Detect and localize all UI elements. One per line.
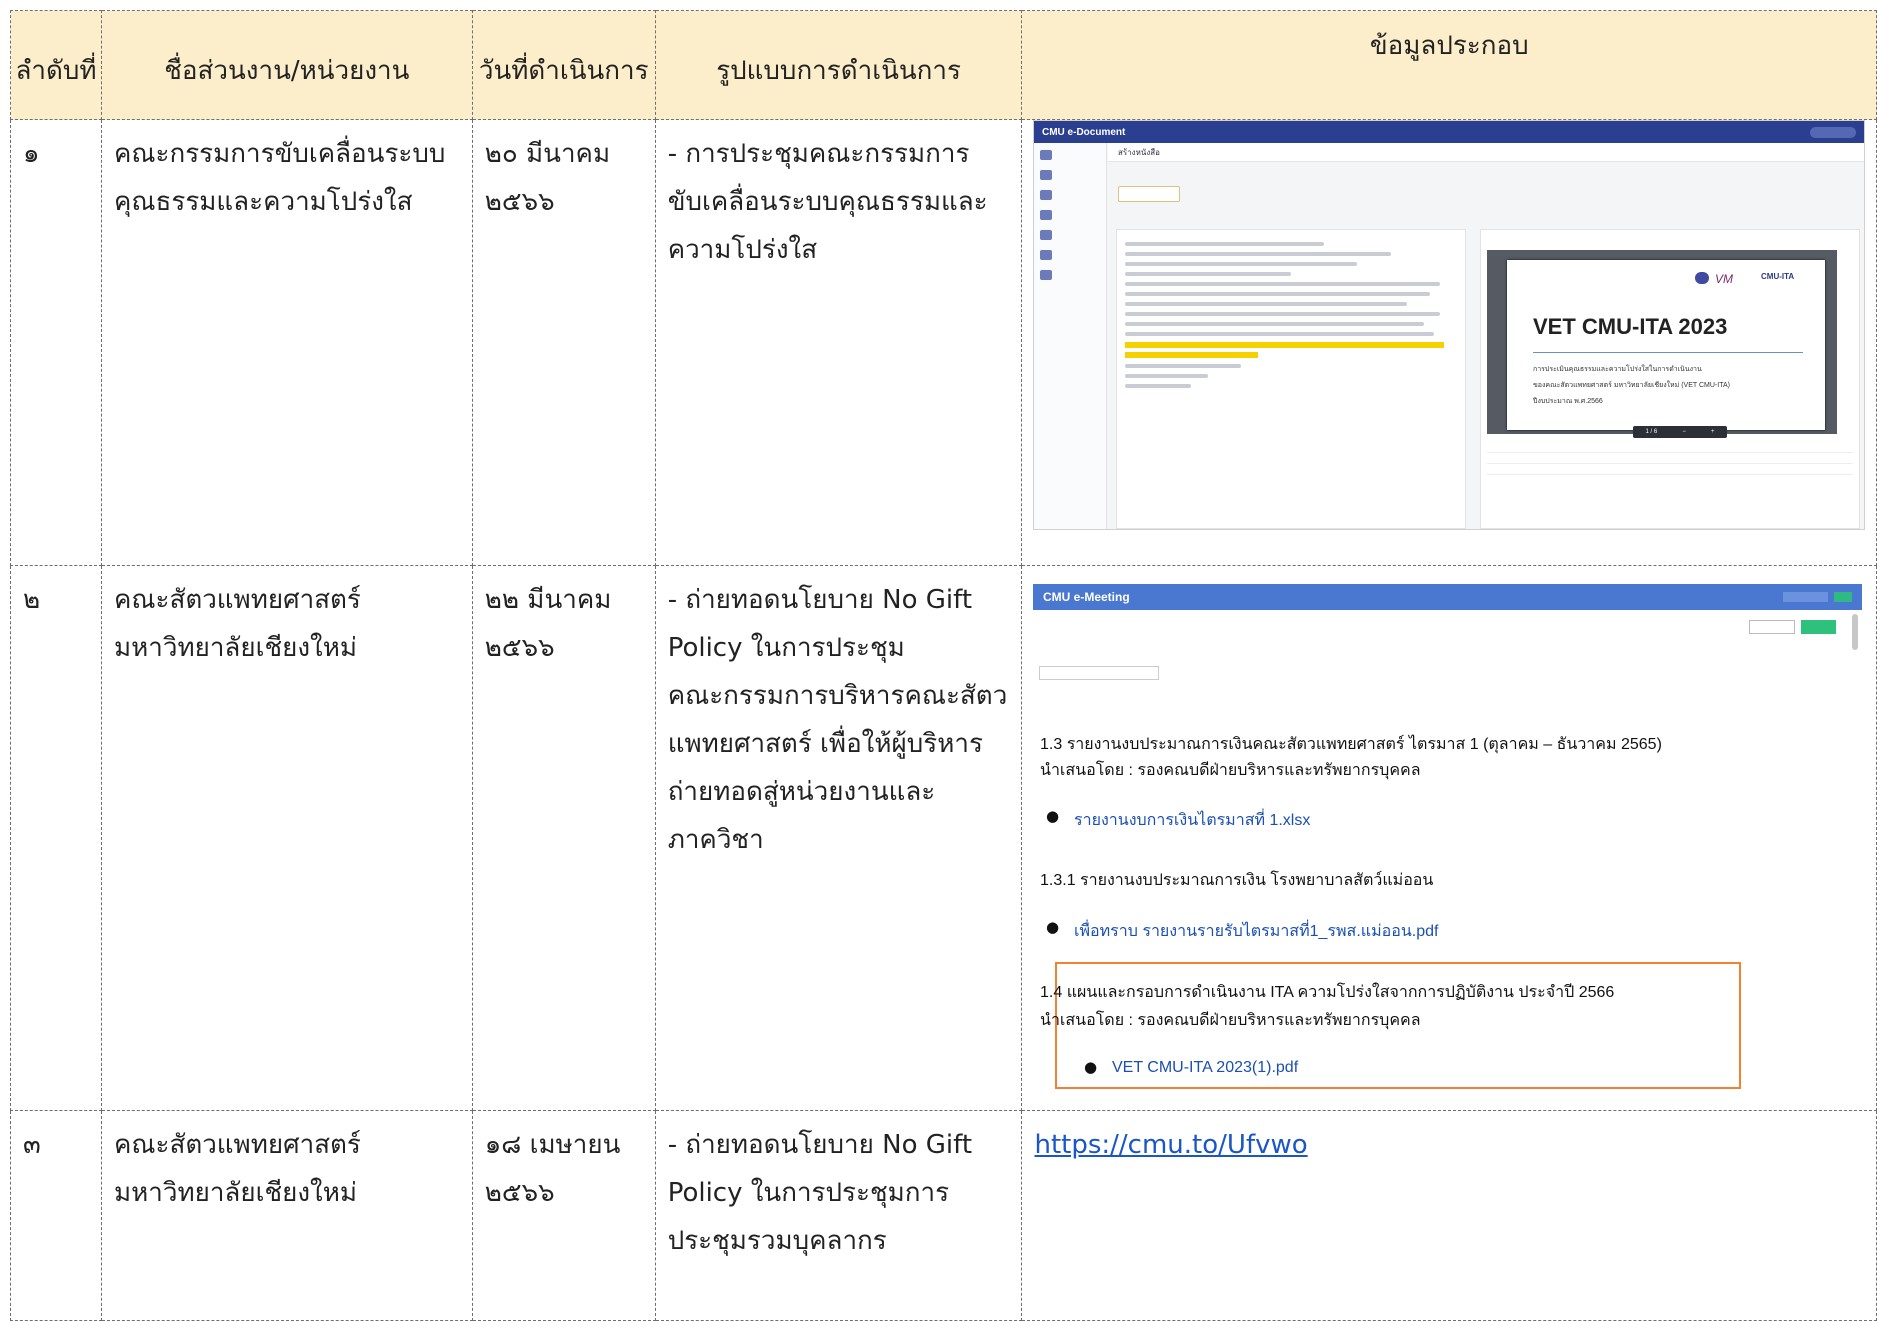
sidebar-item	[1040, 207, 1100, 223]
emeeting-logo: CMU e-Meeting	[1043, 590, 1130, 604]
edoc-screenshot: CMU e-Document สร้างหนังสือ VM CMU-ITA V…	[1033, 120, 1865, 530]
row-unit: คณะสัตวแพทยศาสตร์ มหาวิทยาลัยเชียงใหม่	[113, 585, 361, 663]
mail-icon	[1040, 250, 1052, 260]
row-unit: คณะกรรมการขับเคลื่อนระบบ คุณธรรมและความโป…	[113, 139, 446, 217]
row-date: ๑๘ เมษายน ๒๕๖๖	[484, 1130, 621, 1208]
row-format: - ถ่ายทอดนโยบาย No Gift Policy ในการประชุ…	[667, 1130, 973, 1256]
bullet-icon: ●	[1084, 1058, 1098, 1076]
evidence-link[interactable]: https://cmu.to/Ufvwo	[1034, 1130, 1307, 1160]
agenda-item-1-4-presenter: นำเสนอโดย : รองคณบดีฝ่ายบริหารและทรัพยาก…	[1040, 1012, 1421, 1029]
edoc-body	[1116, 229, 1466, 529]
header-date: วันที่ดำเนินการ	[471, 10, 656, 120]
user-badge	[1809, 126, 1856, 138]
header-unit: ชื่อส่วนงาน/หน่วยงาน	[100, 10, 473, 120]
edoc-topbar: CMU e-Document	[1034, 121, 1864, 143]
pdf-viewer: VM CMU-ITA VET CMU-ITA 2023 การประเมินคุ…	[1487, 250, 1837, 438]
sidebar-item	[1040, 227, 1100, 243]
report-icon	[1040, 270, 1052, 280]
edoc-main: สร้างหนังสือ VM CMU-ITA VET CMU-ITA 2023	[1108, 143, 1864, 529]
agenda-select	[1039, 666, 1159, 680]
sidebar-item	[1040, 247, 1100, 263]
agenda-item-1-3-presenter: นำเสนอโดย : รองคณบดีฝ่ายบริหารและทรัพยาก…	[1040, 762, 1421, 779]
row-no: ๑	[23, 139, 40, 169]
meeting-actions	[1749, 620, 1836, 634]
edoc-sidebar	[1034, 143, 1107, 529]
bullet-icon: ●	[1046, 807, 1060, 825]
agenda-item-1-4: 1.4 แผนและกรอบการดำเนินงาน ITA ความโปร่ง…	[1040, 984, 1615, 1001]
row-date: ๒๒ มีนาคม ๒๕๖๖	[484, 585, 612, 663]
table-row: ๓ คณะสัตวแพทยศาสตร์ มหาวิทยาลัยเชียงใหม่ …	[10, 1110, 1877, 1321]
row-no: ๓	[23, 1130, 41, 1160]
document-icon	[1040, 190, 1052, 200]
pdf-page: VM CMU-ITA VET CMU-ITA 2023 การประเมินคุ…	[1507, 260, 1825, 430]
highlighted-text	[1125, 342, 1444, 348]
agenda-item-1-3: 1.3 รายงานงบประมาณการเงินคณะสัตวแพทยศาสต…	[1040, 736, 1662, 753]
sidebar-item	[1040, 147, 1100, 163]
inbox-icon	[1040, 150, 1052, 160]
zoom-controls: 1 / 6− +	[1633, 426, 1727, 438]
row-format: - การประชุมคณะกรรมการ ขับเคลื่อนระบบคุณธร…	[667, 139, 988, 265]
folder-icon	[1040, 210, 1052, 220]
meeting-title	[1039, 618, 1862, 627]
header-row: ลำดับที่ ชื่อส่วนงาน/หน่วยงาน วันที่ดำเน…	[10, 10, 1877, 120]
row-unit: คณะสัตวแพทยศาสตร์ มหาวิทยาลัยเชียงใหม่	[113, 1130, 361, 1208]
scrollbar	[1852, 614, 1858, 650]
sidebar-item	[1040, 167, 1100, 183]
bullet-icon: ●	[1046, 918, 1060, 936]
pdf-title: VET CMU-ITA 2023	[1533, 314, 1728, 339]
header-evidence: ข้อมูลประกอบ	[1021, 10, 1877, 120]
row-format: - ถ่ายทอดนโยบาย No Gift Policy ในการประชุ…	[667, 585, 1008, 855]
search-icon	[1040, 230, 1052, 240]
row-no: ๒	[23, 585, 41, 615]
sidebar-item	[1040, 267, 1100, 283]
header-format: รูปแบบการดำเนินการ	[654, 10, 1023, 120]
ita-logos: VM CMU-ITA	[1695, 272, 1811, 286]
create-doc-button: สร้างหนังสือ	[1118, 147, 1160, 157]
edoc-action-button	[1118, 186, 1180, 202]
file-link-budget[interactable]: รายงานงบการเงินไตรมาสที่ 1.xlsx	[1074, 808, 1310, 833]
edoc-breadcrumb	[1108, 162, 1864, 184]
emeeting-screenshot: CMU e-Meeting	[1033, 584, 1862, 694]
outbox-icon	[1040, 170, 1052, 180]
agenda-item-1-3-1: 1.3.1 รายงานงบประมาณการเงิน โรงพยาบาลสัต…	[1040, 872, 1434, 889]
edoc-logo: CMU e-Document	[1042, 126, 1126, 138]
edoc-toolbar: สร้างหนังสือ	[1108, 143, 1864, 162]
emeeting-topbar: CMU e-Meeting	[1033, 584, 1862, 610]
edoc-attachment-panel: VM CMU-ITA VET CMU-ITA 2023 การประเมินคุ…	[1480, 229, 1860, 529]
sidebar-item	[1040, 187, 1100, 203]
file-list	[1487, 442, 1853, 475]
file-link-ita[interactable]: VET CMU-ITA 2023(1).pdf	[1112, 1059, 1298, 1077]
file-link-income[interactable]: เพื่อทราบ รายงานรายรับไตรมาสที่1_รพส.แม่…	[1074, 919, 1438, 944]
header-no: ลำดับที่	[10, 10, 102, 120]
row-date: ๒๐ มีนาคม ๒๕๖๖	[484, 139, 611, 217]
